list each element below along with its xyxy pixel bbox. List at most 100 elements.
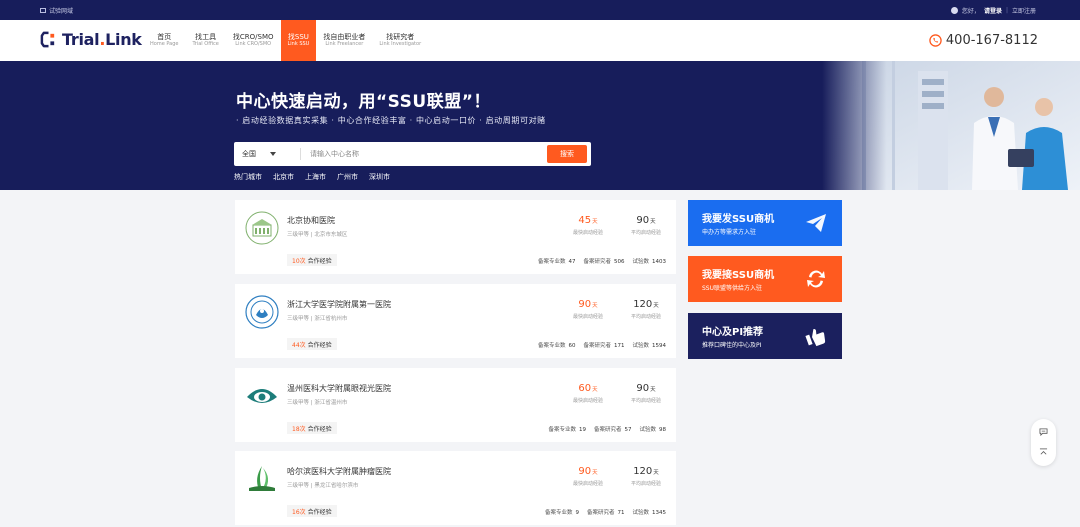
trial-count-label: 试验数	[632, 343, 649, 349]
average-label: 平均启动经验	[630, 398, 661, 404]
trial-count-value: 1345	[652, 510, 666, 516]
trial-count-label: 试验数	[639, 427, 656, 433]
researcher-count-value: 71	[617, 510, 625, 516]
top-left-link[interactable]: 试验网域	[40, 6, 73, 15]
major-count-label: 备案专业数	[548, 427, 576, 433]
region-value: 全国	[242, 150, 256, 158]
search-button[interactable]: 搜索	[547, 145, 587, 163]
day-unit: 天	[592, 303, 598, 309]
trial-count: 试验数 1345	[632, 508, 666, 516]
refresh-icon	[807, 270, 825, 288]
hospital-meta: 三级甲等 | 浙江省温州市	[287, 400, 348, 406]
panel-desc: SSU联盟等供给方入驻	[702, 285, 763, 292]
trial-count-label: 试验数	[632, 510, 649, 516]
trial-count: 试验数 1594	[632, 341, 666, 349]
hospital-logo	[245, 211, 279, 245]
city-link[interactable]: 上海市	[305, 172, 326, 182]
take-ssu-opportunity-panel[interactable]: 我要接SSU商机 SSU联盟等供给方入驻	[688, 256, 842, 302]
hospital-meta: 三级甲等 | 北京市东城区	[287, 232, 348, 238]
hospital-name[interactable]: 北京协和医院	[287, 215, 335, 226]
panel-title: 我要接SSU商机	[702, 270, 775, 281]
city-link[interactable]: 北京市	[273, 172, 294, 182]
major-count-label: 备案专业数	[537, 343, 566, 349]
back-to-top-icon[interactable]	[1039, 448, 1048, 456]
main-navbar: Trial.Link 首页 Home Page 找工具 Trial Office 找…	[0, 20, 1080, 61]
researcher-count-label: 备案研究者	[586, 510, 615, 516]
coop-badge: 16次 合作经验	[287, 505, 337, 517]
nav-cro-smo[interactable]: 找CRO/SMO Link CRO/SMO	[226, 20, 281, 61]
researcher-count-label: 备案研究者	[583, 259, 611, 265]
hero-subtitle: · 启动经验数据真实采集 · 中心合作经验丰富 · 中心启动一口价 · 启动周期…	[236, 116, 546, 125]
nav-item-sublabel: Link CRO/SMO	[235, 41, 272, 48]
hospital-name[interactable]: 浙江大学医学院附属第一医院	[287, 299, 391, 310]
nav-ssu[interactable]: 找SSU Link SSU	[280, 20, 317, 61]
nav-item-sublabel: Link SSU	[287, 41, 310, 48]
center-pi-recommend-panel[interactable]: 中心及PI推荐 推荐口碑佳的中心及PI	[688, 313, 842, 359]
nav-item-sublabel: Home Page	[150, 41, 179, 48]
city-link[interactable]: 深圳市	[369, 172, 390, 182]
fastest-start: 60天 最快启动经验	[558, 383, 618, 404]
hero-title: 中心快速启动，用“SSU联盟”！	[236, 92, 491, 112]
post-ssu-opportunity-panel[interactable]: 我要发SSU商机 申办方等需求方入驻	[688, 200, 842, 246]
thumbs-up-icon	[805, 328, 826, 347]
major-count-value: 60	[568, 343, 576, 349]
major-count-value: 9	[575, 510, 579, 516]
major-count: 备案专业数 60	[538, 341, 576, 349]
hot-cities: 热门城市 北京市 上海市 广州市 深圳市	[234, 172, 390, 182]
city-link[interactable]: 广州市	[337, 172, 358, 182]
brand-logo[interactable]: Trial.Link	[40, 30, 142, 49]
trial-count-value: 98	[659, 427, 666, 433]
coop-count: 10次	[292, 257, 306, 265]
search-input[interactable]	[310, 147, 520, 161]
login-link[interactable]: 请登录	[984, 6, 1002, 15]
day-unit: 天	[592, 219, 598, 225]
researcher-count-value: 57	[624, 427, 632, 433]
trial-count-label: 试验数	[632, 259, 649, 265]
average-label: 平均启动经验	[630, 314, 661, 320]
fastest-label: 最快启动经验	[572, 398, 603, 404]
hospital-card[interactable]: 温州医科大学附属眼视光医院 三级甲等 | 浙江省温州市 60天 最快启动经验 90…	[235, 368, 676, 442]
nav-tools[interactable]: 找工具 Trial Office	[185, 20, 225, 61]
researcher-count: 备案研究者 71	[587, 508, 625, 516]
panel-desc: 申办方等需求方入驻	[702, 229, 757, 236]
region-select[interactable]: 全国	[242, 149, 276, 159]
hospital-card[interactable]: 北京协和医院 三级甲等 | 北京市东城区 45天 最快启动经验 90天 平均启动经验…	[235, 200, 676, 274]
coop-label: 合作经验	[307, 425, 332, 433]
chevron-down-icon	[270, 152, 276, 156]
average-start: 90天 平均启动经验	[616, 215, 676, 236]
panel-desc: 推荐口碑佳的中心及PI	[702, 342, 762, 349]
nav-item-label: 找CRO/SMO	[232, 33, 274, 42]
nav-investigator[interactable]: 找研究者 Link Investigator	[372, 20, 428, 61]
register-link[interactable]: 立即注册	[1012, 6, 1036, 15]
hospital-logo	[247, 389, 277, 403]
fastest-value: 45	[578, 215, 592, 226]
hero-banner: 中心快速启动，用“SSU联盟”！ · 启动经验数据真实采集 · 中心合作经验丰富…	[0, 61, 1080, 190]
average-value: 90	[636, 383, 650, 394]
top-strip: 试验网域 您好， 请登录 | 立即注册	[0, 0, 1080, 20]
nav-home[interactable]: 首页 Home Page	[143, 20, 185, 61]
message-icon[interactable]	[1039, 428, 1048, 436]
researcher-count-label: 备案研究者	[583, 343, 611, 349]
hospital-name[interactable]: 温州医科大学附属眼视光医院	[287, 383, 391, 394]
user-links: 您好， 请登录 | 立即注册	[950, 6, 1036, 15]
coop-count: 16次	[292, 508, 306, 516]
panel-title: 中心及PI推荐	[702, 327, 764, 338]
coop-label: 合作经验	[307, 508, 332, 516]
major-count: 备案专业数 19	[548, 425, 586, 433]
fastest-label: 最快启动经验	[572, 314, 603, 320]
average-value: 120	[633, 299, 653, 310]
hot-cities-label: 热门城市	[234, 173, 262, 181]
hospital-name[interactable]: 哈尔滨医科大学附属肿瘤医院	[287, 466, 391, 477]
separator: |	[1005, 7, 1008, 14]
nav-menu: 首页 Home Page 找工具 Trial Office 找CRO/SMO Link…	[143, 20, 428, 61]
coop-label: 合作经验	[307, 341, 332, 349]
researcher-count: 备案研究者 171	[583, 341, 624, 349]
nav-freelancer[interactable]: 找自由职业者 Link Freelancer	[316, 20, 372, 61]
hospital-card[interactable]: 浙江大学医学院附属第一医院 三级甲等 | 浙江省杭州市 90天 最快启动经验 12…	[235, 284, 676, 358]
major-count-value: 19	[578, 427, 586, 433]
average-start: 120天 平均启动经验	[616, 466, 676, 487]
nav-item-label: 找工具	[195, 33, 217, 42]
hospital-counts: 备案专业数 47 备案研究者 506 试验数 1403	[538, 257, 666, 265]
brand-logo-icon	[40, 31, 55, 48]
hospital-card[interactable]: 哈尔滨医科大学附属肿瘤医院 三级甲等 | 黑龙江省哈尔滨市 90天 最快启动经验 …	[235, 451, 676, 525]
